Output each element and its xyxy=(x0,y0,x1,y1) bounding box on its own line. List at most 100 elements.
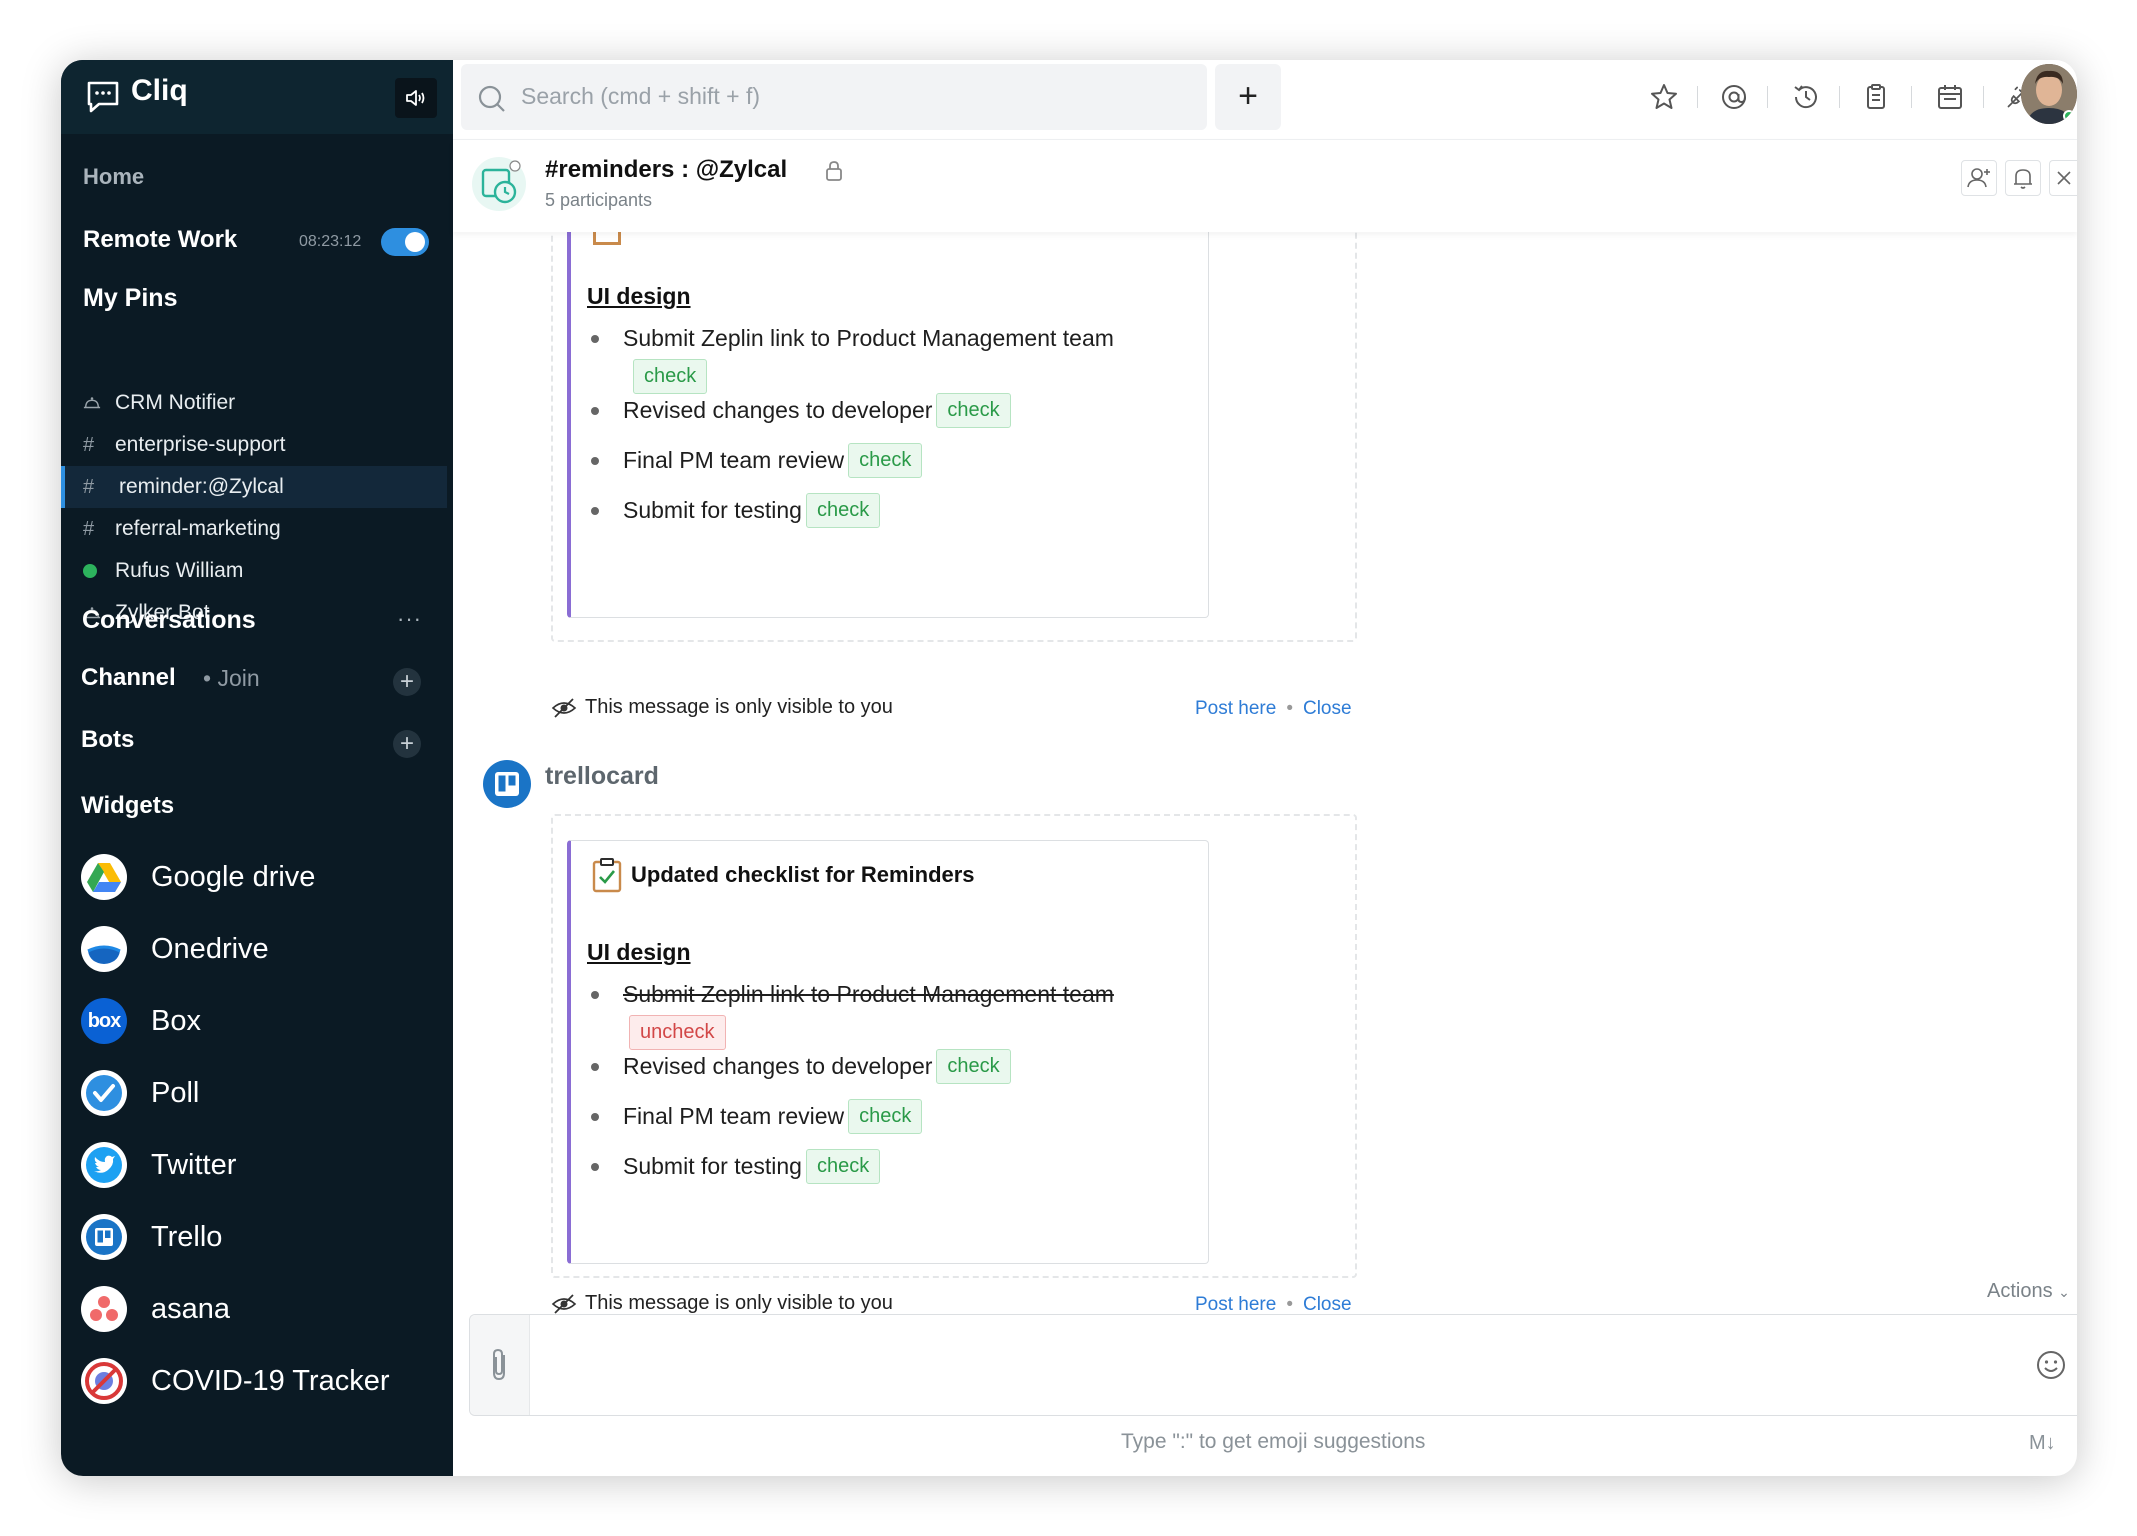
new-item-button[interactable]: + xyxy=(1215,64,1281,130)
task-text: Submit for testing xyxy=(623,1153,802,1179)
widget-label: Twitter xyxy=(151,1148,237,1181)
check-button[interactable]: check xyxy=(805,493,881,528)
close-channel-button[interactable] xyxy=(2049,160,2077,196)
checklist-icon xyxy=(593,232,621,245)
eye-slash-icon xyxy=(551,697,577,718)
remote-work-timer: 08:23:12 xyxy=(299,233,362,250)
widget-covid-tracker[interactable]: COVID-19 Tracker xyxy=(81,1356,390,1406)
pin-label: referral-marketing xyxy=(115,517,281,540)
widget-onedrive[interactable]: Onedrive xyxy=(81,924,269,974)
card-title: Updated checklist for Reminders xyxy=(631,862,975,887)
pin-item-referral-marketing[interactable]: # referral-marketing xyxy=(61,508,447,550)
task-item: Submit for testing check xyxy=(591,1149,881,1184)
check-button[interactable]: check xyxy=(936,1049,1011,1084)
check-button[interactable]: check xyxy=(633,359,708,394)
add-channel-button[interactable]: + xyxy=(393,668,421,696)
check-button[interactable]: check xyxy=(936,393,1011,428)
close-link[interactable]: Close xyxy=(1303,698,1352,719)
lock-icon xyxy=(826,161,842,181)
search-input[interactable]: Search (cmd + shift + f) xyxy=(461,64,1207,130)
search-placeholder: Search (cmd + shift + f) xyxy=(521,83,761,109)
app-window: Cliq Home Remote Work 08:23:12 My Pins C… xyxy=(61,60,2077,1476)
channel-section[interactable]: Channel xyxy=(81,664,176,692)
twitter-icon xyxy=(81,1142,127,1188)
widget-poll[interactable]: Poll xyxy=(81,1068,199,1118)
message-composer[interactable] xyxy=(469,1314,2077,1416)
conversations-more-button[interactable]: ··· xyxy=(397,606,422,632)
check-button[interactable]: check xyxy=(805,1149,881,1184)
close-link[interactable]: Close xyxy=(1303,1294,1352,1315)
pin-item-crm-notifier[interactable]: CRM Notifier xyxy=(61,382,447,424)
clipboard-icon[interactable] xyxy=(1861,82,1891,112)
pin-item-enterprise-support[interactable]: # enterprise-support xyxy=(61,424,447,466)
close-icon xyxy=(2057,171,2071,185)
post-here-link[interactable]: Post here xyxy=(1195,1294,1276,1315)
attach-button[interactable] xyxy=(470,1315,530,1415)
hash-icon: # xyxy=(83,517,95,540)
trello-icon xyxy=(495,772,519,796)
task-item: Revised changes to developer check xyxy=(591,1049,1011,1084)
widget-google-drive[interactable]: Google drive xyxy=(81,852,315,902)
task-item: Submit for testing check xyxy=(591,493,881,528)
top-bar: Search (cmd + shift + f) + xyxy=(453,60,2077,140)
widget-asana[interactable]: asana xyxy=(81,1284,230,1334)
task-text: Final PM team review xyxy=(623,1103,845,1129)
check-button[interactable]: check xyxy=(848,443,923,478)
task-text: Submit Zeplin link to Product Management… xyxy=(623,981,1114,1007)
task-item: Revised changes to developer check xyxy=(591,393,1011,428)
pin-label: reminder:@Zylcal xyxy=(119,475,284,498)
my-pins-title: My Pins xyxy=(83,284,178,312)
widget-trello[interactable]: Trello xyxy=(81,1212,222,1262)
task-text: Revised changes to developer xyxy=(623,1053,933,1079)
paperclip-icon xyxy=(493,1348,505,1381)
add-participant-button[interactable] xyxy=(1961,160,1997,196)
sidebar-home[interactable]: Home xyxy=(83,164,144,190)
star-icon[interactable] xyxy=(1649,82,1679,112)
bots-section[interactable]: Bots xyxy=(81,726,134,754)
uncheck-button[interactable]: uncheck xyxy=(629,1015,726,1050)
add-bot-button[interactable]: + xyxy=(393,730,421,758)
card-header: Updated checklist for Reminders xyxy=(591,857,975,893)
task-item: Final PM team review check xyxy=(591,443,923,478)
trello-sender-avatar[interactable] xyxy=(483,760,531,808)
remote-work-toggle[interactable] xyxy=(381,228,429,256)
pin-item-reminder-zylcal[interactable]: # reminder:@Zylcal xyxy=(61,466,447,508)
user-avatar[interactable] xyxy=(2021,64,2077,124)
actions-label: Actions xyxy=(1987,1280,2053,1302)
bot-icon xyxy=(61,395,101,411)
channel-title: #reminders : @Zylcal xyxy=(545,156,788,183)
emoji-icon[interactable] xyxy=(2035,1349,2067,1381)
widget-label: COVID-19 Tracker xyxy=(151,1364,390,1397)
speaker-button[interactable] xyxy=(395,78,437,118)
calendar-icon[interactable] xyxy=(1935,82,1965,112)
check-button[interactable]: check xyxy=(848,1099,923,1134)
at-mention-icon[interactable] xyxy=(1719,82,1749,112)
online-dot-icon xyxy=(61,564,101,578)
channel-join-link[interactable]: • Join xyxy=(203,665,260,692)
task-text: Submit Zeplin link to Product Management… xyxy=(623,325,1114,351)
bell-icon xyxy=(2014,169,2032,189)
widget-twitter[interactable]: Twitter xyxy=(81,1140,236,1190)
section-title: UI design xyxy=(587,939,691,965)
history-icon[interactable] xyxy=(1791,82,1821,112)
chevron-down-icon: ⌄ xyxy=(2058,1284,2070,1300)
section-title: UI design xyxy=(587,283,691,309)
box-icon: box xyxy=(81,998,127,1044)
widget-box[interactable]: box Box xyxy=(81,996,201,1046)
participants-count[interactable]: 5 participants xyxy=(545,190,652,211)
pin-item-rufus-william[interactable]: Rufus William xyxy=(61,550,447,592)
checklist-card: Updated checklist for Reminders UI desig… xyxy=(567,840,1209,1264)
brand-bar: Cliq xyxy=(61,60,453,134)
post-here-link[interactable]: Post here xyxy=(1195,698,1276,719)
task-item: Submit Zeplin link to Product Management… xyxy=(591,325,1114,352)
visibility-note: This message is only visible to you xyxy=(551,1292,893,1315)
actions-menu[interactable]: Actions ⌄ xyxy=(1987,1280,2070,1303)
emoji-hint: Type ":" to get emoji suggestions xyxy=(1121,1430,1426,1453)
sidebar: Cliq Home Remote Work 08:23:12 My Pins C… xyxy=(61,60,453,1476)
notification-button[interactable] xyxy=(2005,160,2041,196)
widget-label: asana xyxy=(151,1292,231,1325)
sender-name[interactable]: trellocard xyxy=(545,762,659,791)
markdown-toggle[interactable]: M↓ xyxy=(2029,1432,2056,1455)
chat-area: UI design Submit Zeplin link to Product … xyxy=(453,232,2077,1322)
toolbar-separator xyxy=(1983,86,1984,108)
